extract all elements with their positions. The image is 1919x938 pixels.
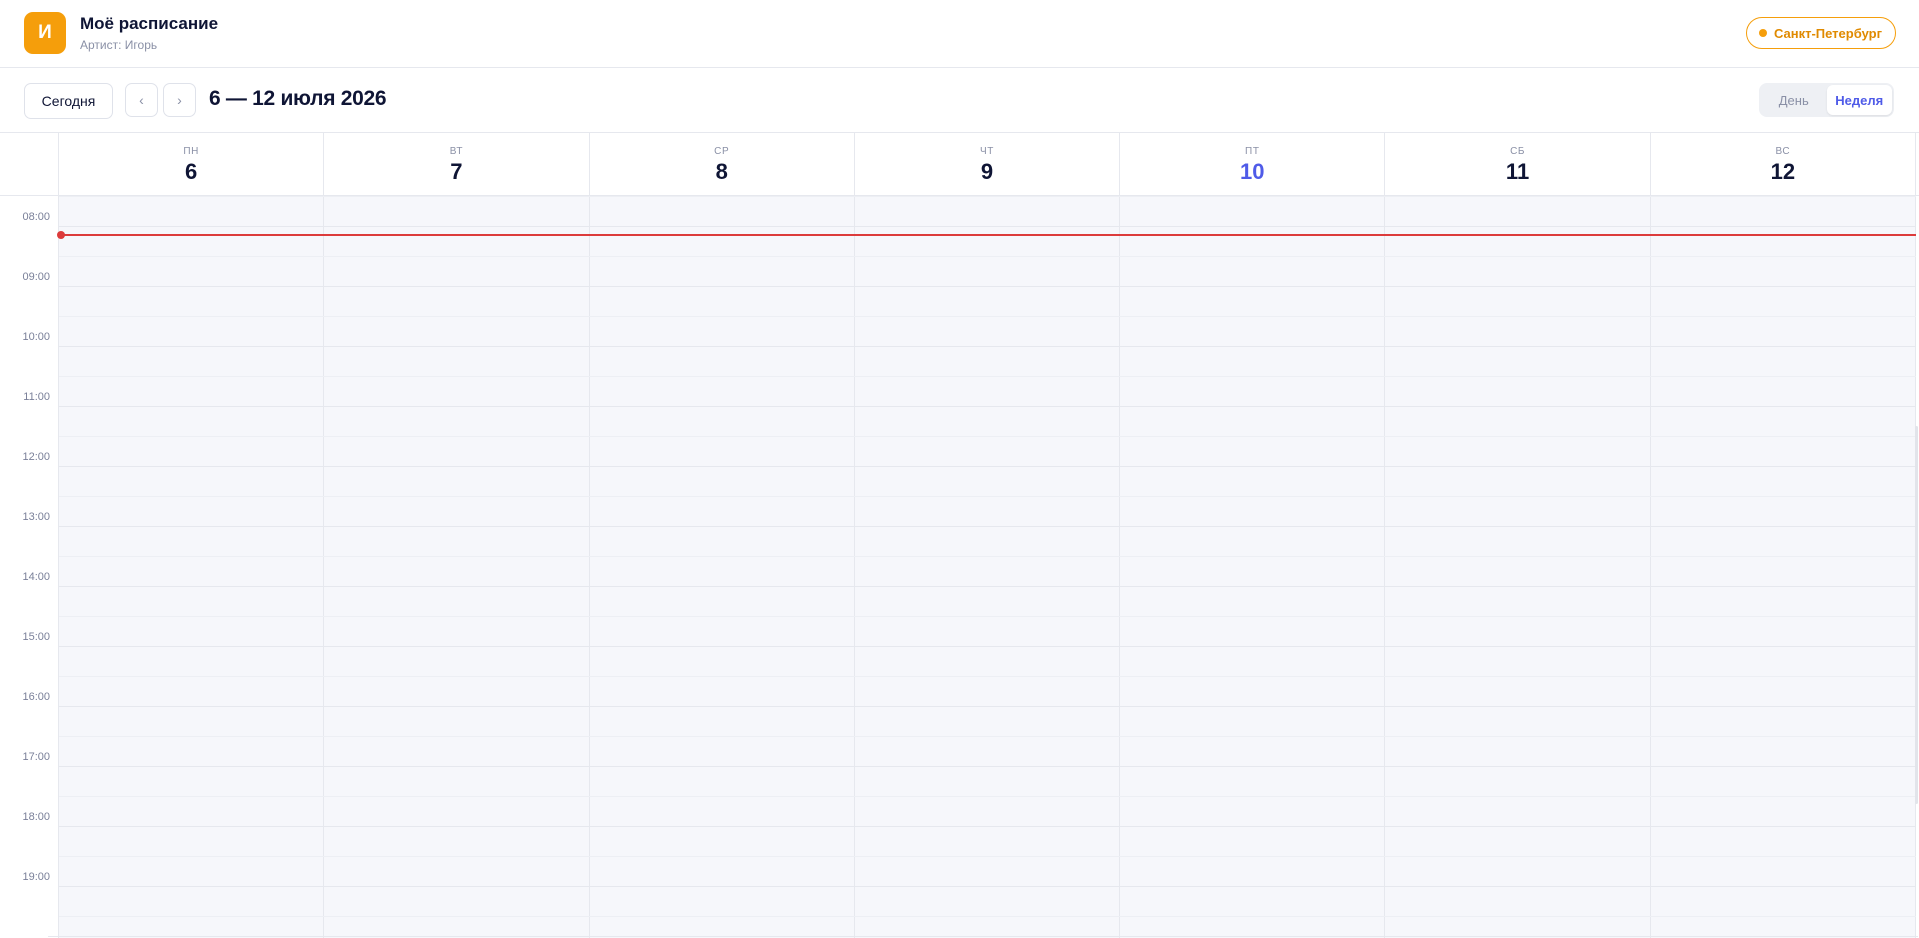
- time-gutter: 08:00 09:00 10:00 11:00 12:00 13:00 14:00 15:00…: [0, 196, 59, 938]
- half-hour-line: [59, 736, 1916, 737]
- avatar: И: [24, 12, 66, 54]
- day-number: 11: [1505, 159, 1530, 184]
- time-label: 16:00: [22, 691, 50, 703]
- half-hour-line: [59, 556, 1916, 557]
- time-label: 13:00: [22, 511, 50, 523]
- half-hour-line: [59, 316, 1916, 317]
- time-label: 15:00: [22, 631, 50, 643]
- day-number: 9: [980, 159, 994, 184]
- chevron-right-icon: ›: [177, 92, 182, 108]
- view-switch: День Неделя: [1759, 83, 1894, 117]
- week-grid: 08:00 09:00 10:00 11:00 12:00 13:00 14:00 15:00…: [0, 196, 1919, 938]
- city-selector[interactable]: Санкт-Петербург: [1745, 17, 1896, 49]
- time-label: 08:00: [22, 211, 50, 223]
- time-gutter-header: [0, 133, 59, 196]
- day-header-5[interactable]: СБ 11: [1385, 133, 1651, 196]
- half-hour-line: [59, 196, 1916, 197]
- hour-line: [59, 526, 1916, 527]
- hour-line: [59, 466, 1916, 467]
- prev-week-button[interactable]: ‹: [125, 83, 158, 117]
- time-label: 14:00: [22, 571, 50, 583]
- half-hour-line: [59, 796, 1916, 797]
- vertical-scrollbar[interactable]: [1915, 426, 1918, 804]
- day-header-1[interactable]: ВТ 7: [324, 133, 590, 196]
- half-hour-line: [59, 616, 1916, 617]
- chevron-left-icon: ‹: [139, 92, 144, 108]
- artist-subtitle: Артист: Игорь: [80, 38, 158, 52]
- day-of-week-label: ВС: [1775, 146, 1791, 157]
- time-label: 09:00: [22, 271, 50, 283]
- day-of-week-label: ВТ: [449, 146, 464, 157]
- city-label: Санкт-Петербург: [1773, 25, 1882, 41]
- day-number: 6: [185, 159, 198, 184]
- week-day-header: ПН 6 ВТ 7 СР 8 ЧТ 9 ПТ 10 СБ 11 ВС 12: [0, 133, 1919, 196]
- day-number: 12: [1770, 159, 1796, 184]
- time-label: 12:00: [22, 451, 50, 463]
- top-bar: И Моё расписание Артист: Игорь Санкт-Пет…: [0, 0, 1919, 68]
- day-header-4[interactable]: ПТ 10: [1120, 133, 1386, 196]
- hour-line: [59, 286, 1916, 287]
- half-hour-line: [59, 676, 1916, 677]
- hour-line: [59, 886, 1916, 887]
- grid-bottom-border: [48, 936, 1918, 937]
- day-of-week-label: ПТ: [1245, 146, 1260, 157]
- time-label: 11:00: [23, 391, 50, 403]
- half-hour-line: [59, 916, 1916, 917]
- day-header-2[interactable]: СР 8: [590, 133, 855, 196]
- hour-line: [59, 406, 1916, 407]
- date-range-title: 6 — 12 июля 2026: [209, 87, 387, 110]
- day-number: 7: [450, 159, 463, 184]
- time-label: 18:00: [22, 811, 50, 823]
- time-label: 19:00: [22, 871, 50, 883]
- next-week-button[interactable]: ›: [163, 83, 196, 117]
- calendar-toolbar: Сегодня ‹ › 6 — 12 июля 2026 День Неделя: [0, 68, 1919, 133]
- hour-line: [59, 226, 1916, 227]
- hour-line: [59, 346, 1916, 347]
- day-of-week-label: ПН: [183, 146, 199, 157]
- time-label: 17:00: [22, 751, 50, 763]
- half-hour-line: [59, 376, 1916, 377]
- day-header-3[interactable]: ЧТ 9: [855, 133, 1121, 196]
- view-week-button[interactable]: Неделя: [1826, 85, 1892, 115]
- hour-line: [59, 826, 1916, 827]
- time-label: 10:00: [22, 331, 50, 343]
- day-of-week-label: СР: [714, 146, 730, 157]
- half-hour-line: [59, 856, 1916, 857]
- day-of-week-label: ЧТ: [979, 146, 994, 157]
- day-of-week-label: СБ: [1510, 146, 1526, 157]
- day-number: 8: [715, 159, 728, 184]
- half-hour-line: [59, 256, 1916, 257]
- day-header-6[interactable]: ВС 12: [1651, 133, 1916, 196]
- hour-line: [59, 706, 1916, 707]
- hour-line: [59, 766, 1916, 767]
- view-day-button[interactable]: День: [1761, 85, 1827, 115]
- half-hour-line: [59, 496, 1916, 497]
- today-button[interactable]: Сегодня: [24, 83, 113, 119]
- city-status-dot-icon: [1758, 29, 1767, 37]
- day-columns: [59, 196, 1916, 938]
- current-time-line: [59, 234, 1916, 236]
- half-hour-line: [59, 436, 1916, 437]
- day-number: 10: [1240, 159, 1265, 184]
- day-header-0[interactable]: ПН 6: [59, 133, 325, 196]
- hour-line: [59, 646, 1916, 647]
- current-time-dot-icon: [57, 231, 65, 239]
- hour-line: [59, 586, 1916, 587]
- page-title: Моё расписание: [80, 14, 219, 33]
